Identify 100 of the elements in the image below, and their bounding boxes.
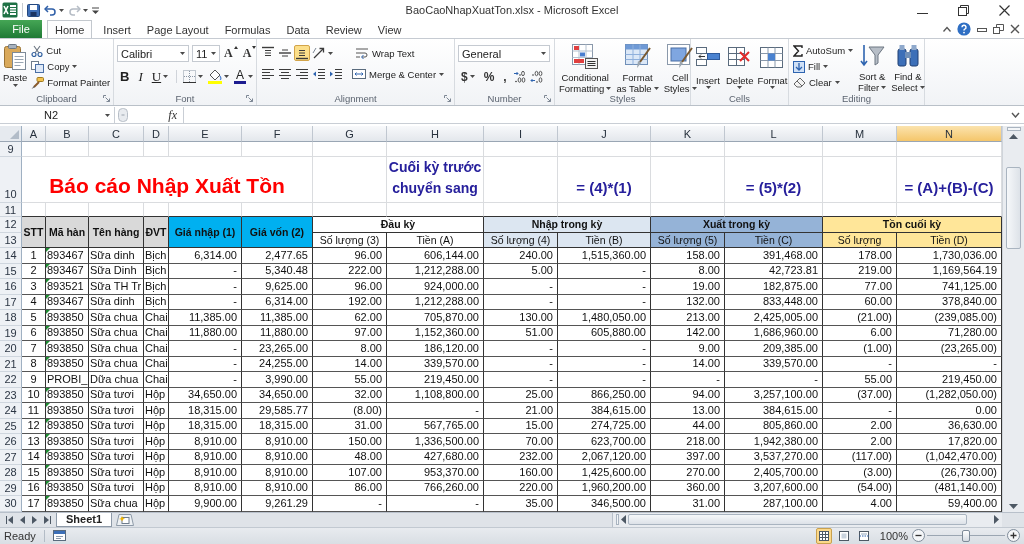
zoom-in-icon[interactable] — [1007, 529, 1020, 543]
sheet-tab[interactable]: Sheet1 — [56, 512, 113, 527]
align-left-icon[interactable] — [260, 66, 276, 82]
column-letter: D — [144, 126, 169, 142]
font-color-button[interactable]: A — [233, 68, 255, 85]
format-cells-button[interactable]: Format — [757, 41, 788, 92]
table-cell: 1,730,036.00 — [897, 248, 1002, 264]
dialog-launcher-icon[interactable] — [544, 95, 551, 102]
merge-center-button[interactable]: Merge & Center — [351, 66, 446, 82]
file-tab[interactable]: File — [0, 20, 42, 38]
find-select-button[interactable]: Find & Select — [890, 41, 926, 92]
help-icon[interactable] — [957, 22, 971, 36]
bold-button[interactable]: B — [117, 68, 133, 85]
percent-button[interactable]: % — [480, 68, 498, 85]
align-right-icon[interactable] — [294, 66, 310, 82]
align-outdent-icon[interactable] — [311, 66, 327, 82]
table-cell: 8,910.00 — [242, 465, 313, 481]
window-icon[interactable] — [52, 530, 66, 542]
group-label: Cells — [728, 93, 751, 104]
column-letter: E — [169, 126, 242, 142]
chevron-up-icon[interactable] — [943, 26, 951, 32]
table-header: Mã hàn — [46, 217, 89, 248]
restore-icon[interactable] — [993, 24, 1004, 34]
fill-button[interactable]: Fill — [792, 59, 855, 74]
clear-button[interactable]: Clear — [792, 75, 855, 90]
currency-button[interactable]: $ — [458, 68, 478, 85]
zoom-slider[interactable] — [927, 529, 1005, 542]
undo-icon[interactable] — [44, 4, 57, 16]
borders-button[interactable] — [182, 68, 205, 85]
zoom-out-icon[interactable] — [912, 529, 925, 543]
zoom-level-button[interactable]: 100% — [879, 529, 908, 542]
align-indent-icon[interactable] — [328, 66, 344, 82]
format-as-table-button[interactable]: Format as Table — [615, 41, 660, 92]
underline-button[interactable]: U — [148, 68, 172, 85]
chevron-down-icon[interactable] — [1010, 112, 1020, 118]
copy-button[interactable]: Copy — [30, 59, 112, 74]
sort-filter-button[interactable]: Sort & Filter — [857, 41, 888, 92]
close-icon[interactable] — [999, 4, 1010, 16]
next-sheet-icon[interactable] — [31, 515, 37, 524]
vertical-scrollbar[interactable] — [1002, 126, 1024, 512]
ribbon-tab[interactable]: Insert — [95, 20, 139, 38]
table-cell: 219,450.00 — [897, 372, 1002, 388]
scroll-thumb[interactable] — [628, 514, 967, 525]
spreadsheet-logo-icon[interactable] — [2, 2, 18, 18]
table-cell: 178.00 — [823, 248, 897, 264]
funnel-arrow-icon — [859, 43, 886, 69]
normal-view-icon[interactable] — [815, 527, 832, 544]
align-orientation-icon[interactable] — [311, 45, 327, 61]
dialog-launcher-icon[interactable] — [103, 95, 110, 102]
conditional-formatting-button[interactable]: Conditional Formatting — [558, 41, 613, 92]
split-handle-icon[interactable] — [616, 514, 619, 525]
new-sheet-icon[interactable] — [116, 513, 135, 526]
slider-thumb[interactable] — [962, 529, 970, 542]
align-center-icon[interactable] — [277, 66, 293, 82]
group-label: Editing — [841, 93, 872, 104]
save-icon[interactable] — [27, 3, 40, 17]
wrap-text-button[interactable]: Wrap Text — [354, 45, 416, 61]
dropdown-icon[interactable] — [92, 6, 99, 14]
ribbon-tab[interactable]: Review — [317, 20, 370, 38]
ribbon-tab[interactable]: Home — [47, 20, 93, 38]
increase-decimal-icon[interactable] — [512, 70, 527, 83]
delete-cells-button[interactable]: Delete — [725, 41, 755, 92]
restore-icon[interactable] — [958, 4, 969, 16]
format-painter-button[interactable]: Format Painter — [30, 75, 112, 90]
insert-function-button[interactable]: fx — [166, 107, 179, 123]
binoculars-icon — [894, 43, 921, 69]
grow-font-button[interactable]: A — [223, 46, 239, 61]
font-size-field[interactable]: 11 — [192, 45, 220, 62]
ribbon-tab[interactable]: Data — [278, 20, 318, 38]
close-icon[interactable] — [1010, 24, 1020, 34]
ribbon-tab[interactable]: Page Layout — [138, 20, 217, 38]
comma-style-button[interactable]: , — [500, 68, 510, 85]
scroll-down-icon[interactable] — [1009, 503, 1018, 509]
row-number: 16 — [0, 279, 22, 295]
table-cell: 17 — [22, 496, 46, 512]
scroll-up-icon[interactable] — [1009, 134, 1018, 139]
shrink-font-button[interactable]: A — [241, 46, 258, 61]
split-handle-icon[interactable] — [1006, 127, 1021, 131]
scroll-thumb[interactable] — [1006, 167, 1021, 249]
dialog-launcher-icon[interactable] — [444, 95, 451, 102]
autosum-button[interactable]: AutoSum — [792, 43, 855, 58]
scroll-right-icon[interactable] — [994, 515, 999, 524]
dialog-launcher-icon[interactable] — [246, 95, 253, 102]
previous-sheet-icon[interactable] — [19, 515, 25, 524]
font-name-field[interactable]: Calibri — [117, 45, 189, 62]
italic-button[interactable]: I — [135, 68, 146, 85]
align-bottom-icon[interactable] — [294, 45, 310, 61]
ribbon-tab[interactable]: View — [369, 20, 410, 38]
horizontal-scrollbar[interactable] — [612, 512, 1002, 527]
resize-handle-icon[interactable] — [118, 108, 128, 122]
scroll-left-icon[interactable] — [621, 515, 626, 524]
cut-button[interactable]: Cut — [30, 43, 112, 58]
number-format-field[interactable]: General — [458, 45, 550, 62]
paste-button[interactable]: Paste — [3, 41, 28, 92]
table-cell: 893850 — [46, 341, 89, 357]
decrease-decimal-icon[interactable] — [529, 70, 544, 83]
ribbon-tab[interactable]: Formulas — [216, 20, 279, 38]
last-sheet-icon[interactable] — [43, 515, 51, 524]
fill-color-button[interactable] — [207, 68, 231, 85]
first-sheet-icon[interactable] — [5, 515, 13, 524]
